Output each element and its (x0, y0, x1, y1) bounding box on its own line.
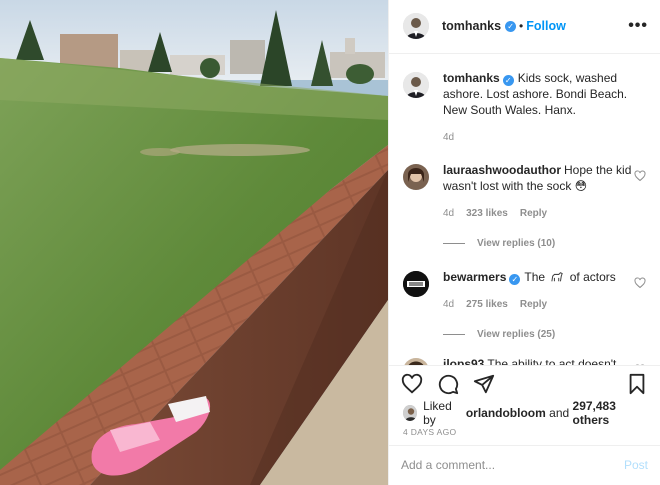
instagram-post: tomhanks ✓ • Follow ••• tomhanks ✓ Kids so… (0, 0, 660, 485)
avatar[interactable] (403, 357, 429, 365)
bookmark-icon[interactable] (626, 373, 648, 395)
comment-composer: Post (389, 444, 660, 485)
comment-icon[interactable] (437, 373, 459, 395)
comment-item: bewarmers ✓ The of actors 4d 275 likes Rep… (403, 269, 648, 313)
reply-button[interactable]: Reply (520, 297, 547, 313)
action-bar (389, 364, 660, 403)
more-icon[interactable]: ••• (628, 17, 648, 35)
comment-likes[interactable]: 323 likes (466, 206, 508, 222)
divider-line (443, 333, 465, 335)
view-replies-label: View replies (25) (477, 328, 556, 340)
divider-line (443, 242, 465, 244)
comment-time[interactable]: 4d (443, 206, 454, 222)
post-header: tomhanks ✓ • Follow ••• (389, 0, 660, 54)
likes-summary: Liked by orlandobloom and 297,483 others (389, 399, 660, 427)
comment-likes[interactable]: 275 likes (466, 297, 508, 313)
verified-icon: ✓ (502, 74, 514, 86)
reply-button[interactable]: Reply (520, 206, 547, 222)
comment-item: jlops93 The ability to act doesn't (403, 356, 648, 365)
comment-input[interactable] (401, 458, 624, 473)
caption-time[interactable]: 4d (443, 130, 454, 146)
post-photo[interactable] (0, 0, 388, 485)
goat-icon (551, 271, 564, 282)
liker-avatar[interactable] (403, 404, 418, 421)
liker-username[interactable]: orlandobloom (466, 406, 546, 420)
header-username[interactable]: tomhanks (442, 19, 501, 33)
comment-username[interactable]: bewarmers (443, 270, 506, 284)
view-replies-button[interactable]: View replies (10) (443, 238, 648, 249)
post-button[interactable]: Post (624, 458, 648, 472)
comment-text-after: of actors (569, 269, 616, 284)
photo-scene (0, 0, 388, 485)
avatar[interactable] (403, 270, 429, 297)
heart-icon[interactable] (634, 364, 646, 365)
comment-text: The ability to act doesn't (487, 356, 617, 365)
share-icon[interactable] (473, 373, 495, 395)
comment-username[interactable]: jlops93 (443, 357, 484, 365)
verified-icon: ✓ (505, 20, 517, 32)
heart-icon[interactable] (634, 170, 646, 182)
post-timestamp[interactable]: 4 DAYS AGO (389, 423, 660, 441)
view-replies-label: View replies (10) (477, 237, 556, 249)
post-sidebar: tomhanks ✓ • Follow ••• tomhanks ✓ Kids so… (388, 0, 660, 485)
likes-and: and (549, 405, 570, 420)
follow-button[interactable]: Follow (526, 19, 566, 33)
avatar[interactable] (403, 163, 429, 190)
heart-icon[interactable] (634, 277, 646, 289)
view-replies-button[interactable]: View replies (25) (443, 329, 648, 340)
comment-item: lauraashwoodauthor Hope the kid wasn't lo… (403, 162, 648, 222)
avatar[interactable] (403, 13, 429, 40)
separator-dot: • (519, 19, 524, 34)
comment-text-before: The (524, 269, 546, 284)
caption: tomhanks ✓ Kids sock, washed ashore. Lost … (403, 70, 648, 146)
comments-list[interactable]: tomhanks ✓ Kids sock, washed ashore. Lost … (389, 54, 660, 365)
avatar[interactable] (403, 71, 429, 98)
comment-username[interactable]: lauraashwoodauthor (443, 163, 561, 177)
verified-icon: ✓ (509, 273, 521, 285)
caption-username[interactable]: tomhanks (443, 71, 500, 85)
heart-icon[interactable] (401, 373, 423, 395)
comment-time[interactable]: 4d (443, 297, 454, 313)
